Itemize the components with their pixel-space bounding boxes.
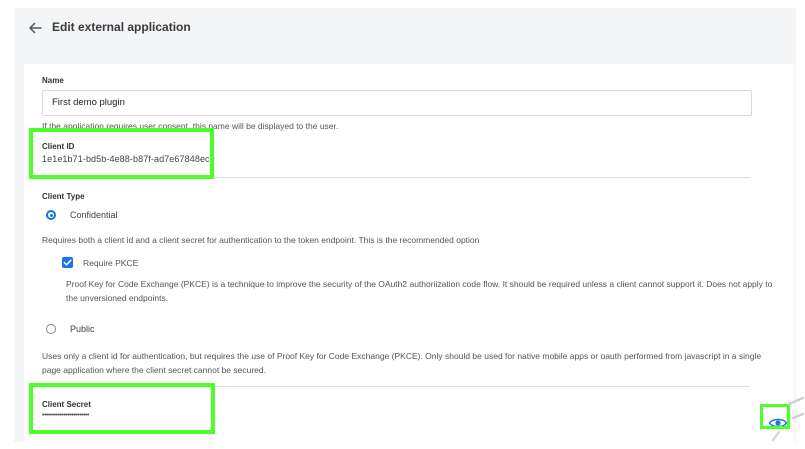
pkce-description-line2: the unversioned endpoints. bbox=[66, 293, 169, 303]
radio-confidential-label: Confidential bbox=[70, 210, 118, 220]
decorative-dashes bbox=[771, 396, 805, 442]
pkce-description-line1: Proof Key for Code Exchange (PKCE) is a … bbox=[66, 279, 773, 289]
client-secret-label: Client Secret bbox=[42, 400, 91, 409]
client-id-label: Client ID bbox=[42, 142, 75, 151]
client-id-value: 1e1e1b71-bd5b-4e88-b87f-ad7e67848ec9 bbox=[42, 154, 215, 164]
name-input[interactable]: First demo plugin bbox=[42, 90, 752, 116]
require-pkce-label: Require PKCE bbox=[83, 258, 139, 268]
page-title: Edit external application bbox=[52, 20, 191, 34]
page-header: Edit external application bbox=[14, 8, 796, 48]
radio-public[interactable] bbox=[46, 324, 56, 334]
radio-confidential[interactable] bbox=[46, 210, 56, 220]
client-type-divider bbox=[42, 386, 750, 387]
check-icon bbox=[63, 259, 72, 266]
public-description-line2: page application where the client secret… bbox=[42, 365, 266, 375]
confidential-description: Requires both a client id and a client s… bbox=[42, 235, 480, 245]
name-hint: If the application requires user consent… bbox=[42, 121, 339, 131]
name-label: Name bbox=[42, 76, 64, 85]
client-id-underline bbox=[42, 177, 750, 178]
app-frame: Edit external application Name First dem… bbox=[14, 8, 796, 444]
edit-form-card: Name First demo plugin If the applicatio… bbox=[24, 64, 794, 444]
name-input-value: First demo plugin bbox=[52, 97, 125, 108]
radio-public-label: Public bbox=[70, 324, 95, 334]
client-type-label: Client Type bbox=[42, 192, 85, 201]
arrow-left-icon[interactable] bbox=[26, 19, 44, 37]
public-description-line1: Uses only a client id for authentication… bbox=[42, 351, 762, 361]
require-pkce-checkbox[interactable] bbox=[62, 257, 73, 268]
client-secret-value[interactable]: •••••••••••••••••••••••• bbox=[42, 412, 89, 419]
